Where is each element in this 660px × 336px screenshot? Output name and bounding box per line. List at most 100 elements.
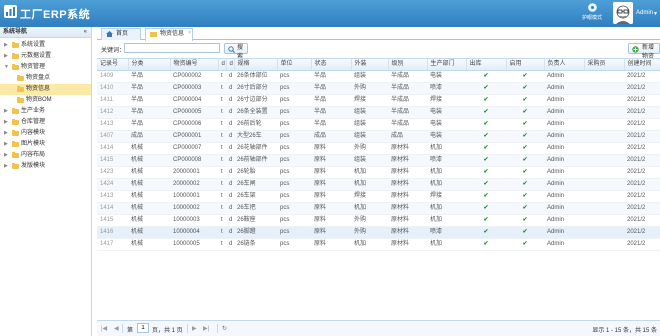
eye-mode-button[interactable]: 护眼模式: [577, 3, 607, 21]
user-menu-caret-icon[interactable]: ▼: [653, 11, 658, 17]
table-cell: [584, 118, 624, 131]
table-row[interactable]: 1414 机械 10000002 t d 26车把 pcs 原料 机加 原材料 机加 ✔ ✔ Admin 2…: [97, 202, 660, 215]
next-page-icon[interactable]: ▶: [192, 325, 197, 332]
expand-arrow-icon[interactable]: ▶: [4, 117, 8, 128]
sidebar-item-warehouse[interactable]: ▶ 仓库管理: [0, 117, 91, 128]
column-header[interactable]: 级别: [388, 59, 428, 71]
table-cell: 10000005: [170, 238, 218, 251]
table-cell: 机加: [351, 238, 388, 251]
table-cell: 原材料: [388, 202, 427, 215]
user-name[interactable]: Admin: [636, 10, 653, 16]
table-row[interactable]: 1407 成品 CP000001 t d 大型26车 pcs 成品 组装 成品 电装 ✔ ✔ Admin 2…: [97, 130, 660, 143]
table-row[interactable]: 1417 机械 10000005 t d 26链条 pcs 原料 机加 原材料 机加 ✔ ✔ Admin 2…: [97, 238, 660, 251]
page-number-input[interactable]: [137, 323, 149, 333]
collapse-arrow-icon[interactable]: ▼: [4, 62, 9, 73]
column-header[interactable]: 负责人: [544, 59, 585, 71]
close-tab-icon[interactable]: ×: [188, 28, 191, 39]
sidebar-item-content-layout[interactable]: ▶ 内容布局: [0, 150, 91, 161]
column-header[interactable]: d: [218, 59, 227, 71]
table-cell: d: [226, 154, 234, 167]
table-cell: 原料: [311, 238, 351, 251]
sidebar-item-metadata-settings[interactable]: ▶ 元数据设置: [0, 51, 91, 62]
check-icon: ✔: [466, 202, 506, 215]
table-cell: Admin: [544, 202, 584, 215]
first-page-icon[interactable]: |◀: [101, 325, 107, 332]
table-cell: Admin: [544, 82, 584, 95]
table-cell: [584, 178, 624, 191]
column-header[interactable]: 出库: [466, 59, 507, 71]
keyword-input[interactable]: [124, 43, 220, 53]
table-row[interactable]: 1412 半品 CP000005 t d 26条全装置 pcs 半品 组装 半成品 电装 ✔ ✔ Admi…: [97, 106, 660, 119]
sidebar: 系统导航 « ▶ 系统设置 ▶ 元数据设置 ▼ 物资管理 物资盘点 物资信息 物…: [0, 27, 92, 336]
expand-arrow-icon[interactable]: ▶: [4, 40, 8, 51]
table-cell: 机加: [427, 202, 466, 215]
sidebar-item-material-info[interactable]: 物资信息: [0, 84, 91, 95]
column-header[interactable]: 单位: [277, 59, 312, 71]
expand-arrow-icon[interactable]: ▶: [4, 128, 8, 139]
table-row[interactable]: 1423 机械 20000001 t d 26轮胎 pcs 原料 机加 原材料 机加 ✔ ✔ Admin 2…: [97, 166, 660, 179]
sidebar-item-label: 生产业务: [21, 108, 46, 114]
check-icon: ✔: [506, 238, 544, 251]
collapse-sidebar-icon[interactable]: «: [84, 27, 87, 38]
check-icon: ✔: [506, 190, 544, 203]
column-header[interactable]: d: [226, 59, 235, 71]
sidebar-item-production[interactable]: ▶ 生产业务: [0, 106, 91, 117]
table-cell: [584, 142, 624, 155]
page-suffix: 页，共 1 页: [152, 328, 183, 334]
column-header[interactable]: 规格: [234, 59, 278, 71]
tab-home[interactable]: 首页: [101, 28, 141, 40]
search-button[interactable]: 搜索: [224, 43, 248, 60]
last-page-icon[interactable]: ▶|: [203, 325, 209, 332]
expand-arrow-icon[interactable]: ▶: [4, 139, 8, 150]
table-cell: pcs: [277, 154, 311, 167]
add-material-button[interactable]: 新增物资: [628, 43, 660, 60]
table-cell: 机械: [128, 142, 170, 155]
table-row[interactable]: 1410 半品 CP000003 t d 26寸后部分 pcs 半品 外购 半成品 喷漆 ✔ ✔ Admi…: [97, 82, 660, 95]
column-header[interactable]: 创建时间: [624, 59, 660, 71]
refresh-icon[interactable]: ↻: [222, 325, 227, 332]
table-cell: 1411: [97, 94, 128, 107]
expand-arrow-icon[interactable]: ▶: [4, 51, 8, 62]
sidebar-item-content[interactable]: ▶ 内容模块: [0, 128, 91, 139]
expand-arrow-icon[interactable]: ▶: [4, 106, 8, 117]
column-header[interactable]: 状态: [311, 59, 352, 71]
user-avatar[interactable]: [613, 2, 633, 24]
table-row[interactable]: 1411 半品 CP000004 t d 26寸边部分 pcs 半品 焊接 半成品 焊接 ✔ ✔ Admi…: [97, 94, 660, 107]
sidebar-item-release[interactable]: ▶ 发版模块: [0, 161, 91, 172]
column-header[interactable]: 物资编号: [170, 59, 219, 71]
sidebar-item-system-settings[interactable]: ▶ 系统设置: [0, 40, 91, 51]
column-header[interactable]: 外装: [351, 59, 389, 71]
table-cell: 2021/2: [624, 106, 660, 119]
table-row[interactable]: 1413 半品 CP000006 t d 26前后轮 pcs 半品 组装 半成品 电装 ✔ ✔ Admin…: [97, 118, 660, 131]
table-cell: 2021/2: [624, 82, 660, 95]
column-header[interactable]: 记录号: [97, 59, 129, 71]
column-header[interactable]: 生产部门: [427, 59, 467, 71]
expand-arrow-icon[interactable]: ▶: [4, 161, 8, 172]
column-header[interactable]: 分类: [128, 59, 171, 71]
sidebar-item-material-management[interactable]: ▼ 物资管理: [0, 62, 91, 73]
table-cell: pcs: [277, 106, 311, 119]
sidebar-item-label: 内容模块: [21, 130, 46, 136]
table-cell: 焊接: [351, 94, 388, 107]
table-row[interactable]: 1415 机械 10000003 t d 26鞍座 pcs 原料 外购 原材料 机加 ✔ ✔ Admin 2…: [97, 214, 660, 227]
table-cell: Admin: [544, 154, 584, 167]
table-row[interactable]: 1409 半品 CP000002 t d 26条体部位 pcs 半品 组装 半成品 电装 ✔ ✔ Admi…: [97, 70, 660, 83]
column-header[interactable]: 采购员: [584, 59, 625, 71]
sidebar-item-material-inventory[interactable]: 物资盘点: [0, 73, 91, 84]
table-cell: 机械: [128, 190, 170, 203]
table-row[interactable]: 1414 机械 CP000007 t d 26花轴部件 pcs 原料 外购 原材料 机加 ✔ ✔ Admi…: [97, 142, 660, 155]
table-cell: 原料: [311, 214, 351, 227]
table-cell: 2021/2: [624, 214, 660, 227]
check-icon: ✔: [506, 214, 544, 227]
sidebar-item-material-bom[interactable]: 物资BOM: [0, 95, 91, 106]
table-row[interactable]: 1416 机械 10000004 t d 26脚蹬 pcs 原料 外购 原材料 喷漆 ✔ ✔ Admin 2…: [97, 226, 660, 239]
prev-page-icon[interactable]: ◀: [114, 325, 119, 332]
tab-material-info[interactable]: 物资信息 ×: [145, 28, 193, 41]
sidebar-item-images[interactable]: ▶ 图片模块: [0, 139, 91, 150]
column-header[interactable]: 启用: [506, 59, 545, 71]
expand-arrow-icon[interactable]: ▶: [4, 150, 8, 161]
table-row[interactable]: 1413 机械 10000001 t d 26车架 pcs 原料 焊接 原材料 焊接 ✔ ✔ Admin 2…: [97, 190, 660, 203]
table-row[interactable]: 1424 机械 20000002 t d 26车闸 pcs 原料 机加 原材料 机加 ✔ ✔ Admin 2…: [97, 178, 660, 191]
folder-icon: [12, 163, 19, 169]
table-row[interactable]: 1415 机械 CP000008 t d 26前轴部件 pcs 原料 组装 原材料 喷漆 ✔ ✔ Admi…: [97, 154, 660, 167]
